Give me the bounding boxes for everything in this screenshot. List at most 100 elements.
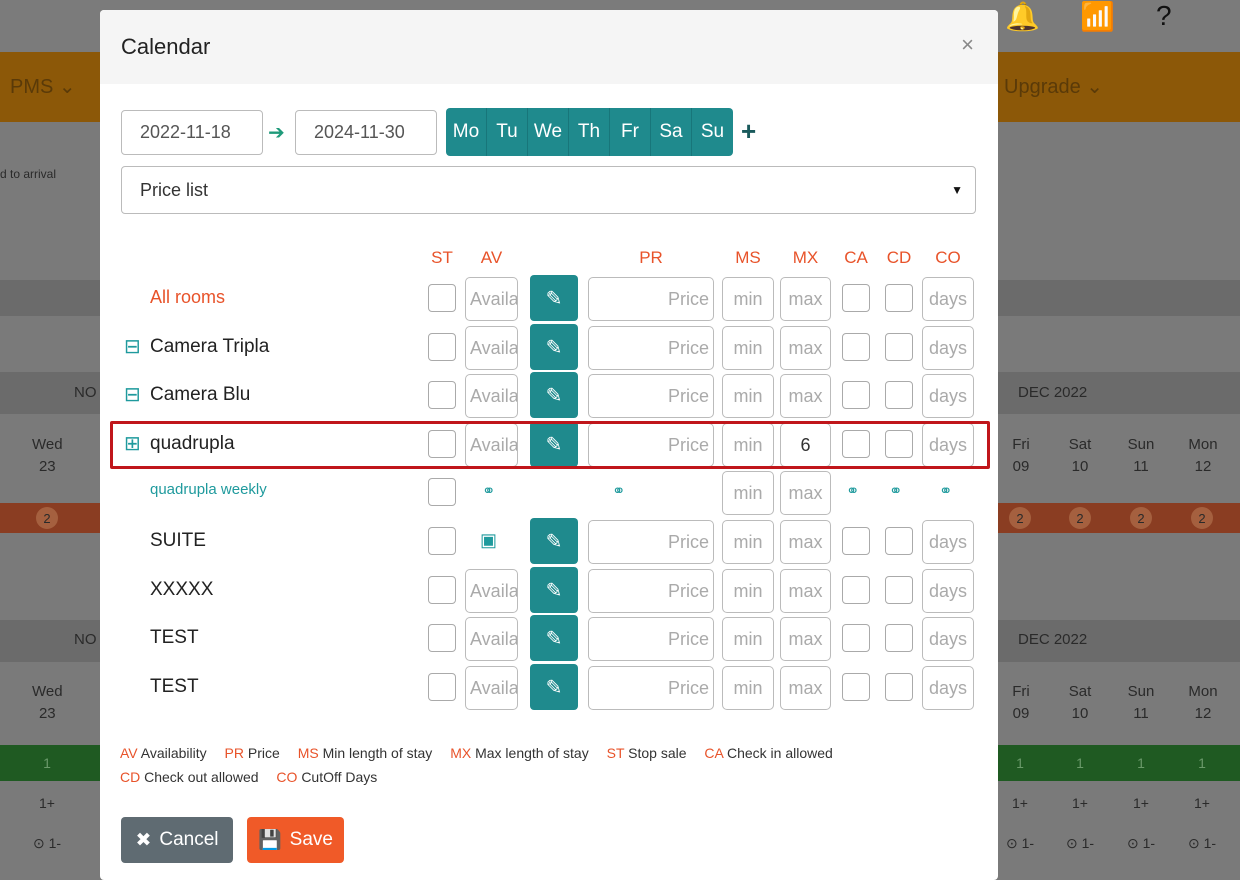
min-stay-input[interactable]: min <box>722 666 774 710</box>
cutoff-days-input[interactable]: days <box>922 666 974 710</box>
price-input[interactable]: Price <box>588 569 714 613</box>
price-input[interactable]: Price <box>588 326 714 370</box>
nav-pms[interactable]: PMS ⌄ <box>10 74 76 99</box>
collapse-icon[interactable]: ⊟ <box>124 334 141 359</box>
availability-input[interactable]: Availa <box>465 423 518 467</box>
min-stay-input[interactable]: min <box>722 326 774 370</box>
stop-sale-checkbox[interactable] <box>428 527 456 555</box>
cutoff-days-input[interactable]: days <box>922 423 974 467</box>
edit-button[interactable]: ✎ <box>530 372 578 418</box>
max-stay-input[interactable]: max <box>780 277 831 321</box>
weekday-sa[interactable]: Sa <box>651 108 692 156</box>
max-stay-input[interactable]: 6 <box>780 423 831 467</box>
price-input[interactable]: Price <box>588 277 714 321</box>
stop-sale-checkbox[interactable] <box>428 381 456 409</box>
save-button[interactable]: 💾 Save <box>247 817 344 863</box>
min-stay-input[interactable]: min <box>722 374 774 418</box>
max-stay-input[interactable]: max <box>780 326 831 370</box>
stop-sale-checkbox[interactable] <box>428 284 456 312</box>
stop-sale-checkbox[interactable] <box>428 478 456 506</box>
min-stay-input[interactable]: min <box>722 520 774 564</box>
stop-sale-checkbox[interactable] <box>428 430 456 458</box>
check-out-checkbox[interactable] <box>885 284 913 312</box>
max-stay-input[interactable]: max <box>780 520 831 564</box>
caret-down-icon: ▼ <box>951 183 963 197</box>
weekday-tu[interactable]: Tu <box>487 108 528 156</box>
availability-input[interactable]: Availa <box>465 617 518 661</box>
edit-button[interactable]: ✎ <box>530 615 578 661</box>
check-in-checkbox[interactable] <box>842 333 870 361</box>
check-in-checkbox[interactable] <box>842 430 870 458</box>
stop-sale-checkbox[interactable] <box>428 673 456 701</box>
cutoff-days-input[interactable]: days <box>922 617 974 661</box>
date-from-input[interactable]: 2022-11-18 <box>121 110 263 155</box>
check-in-checkbox[interactable] <box>842 673 870 701</box>
weekday-fr[interactable]: Fr <box>610 108 651 156</box>
min-stay-input[interactable]: min <box>722 617 774 661</box>
close-icon[interactable]: × <box>961 32 974 58</box>
check-out-checkbox[interactable] <box>885 576 913 604</box>
edit-button[interactable]: ✎ <box>530 567 578 613</box>
check-in-checkbox[interactable] <box>842 381 870 409</box>
edit-button[interactable]: ✎ <box>530 421 578 467</box>
expand-icon[interactable]: ⊞ <box>124 431 141 456</box>
max-stay-input[interactable]: max <box>780 374 831 418</box>
availability-input[interactable]: Availa <box>465 666 518 710</box>
stop-sale-checkbox[interactable] <box>428 333 456 361</box>
min-stay-input[interactable]: min <box>722 569 774 613</box>
min-stay-input[interactable]: min <box>722 423 774 467</box>
cutoff-days-input[interactable]: days <box>922 326 974 370</box>
check-out-checkbox[interactable] <box>885 527 913 555</box>
stop-sale-checkbox[interactable] <box>428 576 456 604</box>
add-period-button[interactable]: + <box>741 116 756 147</box>
price-input[interactable]: Price <box>588 520 714 564</box>
rss-icon[interactable]: 📶 <box>1080 0 1115 33</box>
edit-button[interactable]: ✎ <box>530 324 578 370</box>
bell-icon[interactable]: 🔔 <box>1005 0 1040 33</box>
min-stay-input[interactable]: min <box>722 471 774 515</box>
stop-sale-checkbox[interactable] <box>428 624 456 652</box>
edit-button[interactable]: ✎ <box>530 518 578 564</box>
weekday-su[interactable]: Su <box>692 108 733 156</box>
availability-input[interactable]: Availa <box>465 277 518 321</box>
check-in-checkbox[interactable] <box>842 527 870 555</box>
check-in-checkbox[interactable] <box>842 284 870 312</box>
check-in-checkbox[interactable] <box>842 576 870 604</box>
weekday-mo[interactable]: Mo <box>446 108 487 156</box>
date-to-input[interactable]: 2024-11-30 <box>295 110 437 155</box>
check-out-checkbox[interactable] <box>885 673 913 701</box>
availability-input[interactable]: Availa <box>465 326 518 370</box>
edit-button[interactable]: ✎ <box>530 275 578 321</box>
check-out-checkbox[interactable] <box>885 430 913 458</box>
edit-button[interactable]: ✎ <box>530 664 578 710</box>
cutoff-days-input[interactable]: days <box>922 374 974 418</box>
check-out-checkbox[interactable] <box>885 333 913 361</box>
price-input[interactable]: Price <box>588 666 714 710</box>
price-input[interactable]: Price <box>588 617 714 661</box>
collapse-icon[interactable]: ⊟ <box>124 382 141 407</box>
help-icon[interactable]: ? <box>1156 0 1172 32</box>
cutoff-days-input[interactable]: days <box>922 520 974 564</box>
header-ca: CA <box>844 248 868 267</box>
max-stay-input[interactable]: max <box>780 471 831 515</box>
cutoff-days-input[interactable]: days <box>922 569 974 613</box>
min-stay-input[interactable]: min <box>722 277 774 321</box>
check-out-checkbox[interactable] <box>885 381 913 409</box>
cutoff-cell: ⊙ 1- <box>1126 835 1156 851</box>
max-stay-input[interactable]: max <box>780 569 831 613</box>
cutoff-days-input[interactable]: days <box>922 277 974 321</box>
price-input[interactable]: Price <box>588 374 714 418</box>
cancel-button[interactable]: ✖ Cancel <box>121 817 233 863</box>
nav-upgrade[interactable]: Upgrade ⌄ <box>1004 74 1103 99</box>
room-label: quadrupla weekly <box>150 481 267 498</box>
max-stay-input[interactable]: max <box>780 666 831 710</box>
weekday-th[interactable]: Th <box>569 108 610 156</box>
availability-input[interactable]: Availa <box>465 374 518 418</box>
check-in-checkbox[interactable] <box>842 624 870 652</box>
price-input[interactable]: Price <box>588 423 714 467</box>
availability-input[interactable]: Availa <box>465 569 518 613</box>
max-stay-input[interactable]: max <box>780 617 831 661</box>
check-out-checkbox[interactable] <box>885 624 913 652</box>
price-list-select[interactable]: Price list ▼ <box>121 166 976 214</box>
weekday-we[interactable]: We <box>528 108 569 156</box>
